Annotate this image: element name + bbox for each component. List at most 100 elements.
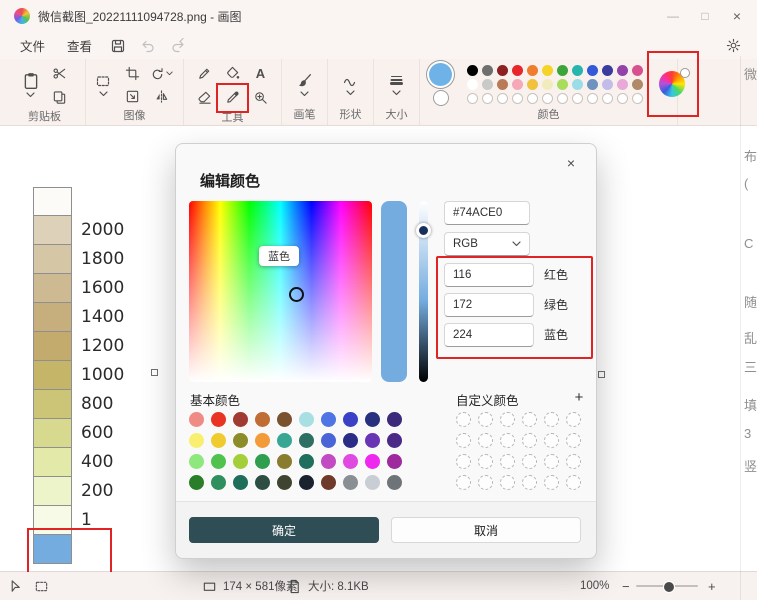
custom-color-slot[interactable] bbox=[566, 454, 581, 469]
maximize-button[interactable]: □ bbox=[689, 0, 721, 32]
cut-button[interactable] bbox=[48, 62, 72, 84]
custom-color-slot[interactable] bbox=[544, 412, 559, 427]
custom-color-slot[interactable] bbox=[522, 454, 537, 469]
custom-color-slot[interactable] bbox=[544, 454, 559, 469]
custom-color-slot[interactable] bbox=[478, 475, 493, 490]
selection-handle[interactable] bbox=[598, 371, 605, 378]
custom-color-slot[interactable] bbox=[478, 433, 493, 448]
add-custom-color-button[interactable]: + bbox=[568, 386, 590, 408]
palette-color-swatch[interactable] bbox=[542, 78, 553, 90]
custom-color-slot[interactable] bbox=[456, 475, 471, 490]
menu-view[interactable]: 查看 bbox=[57, 33, 102, 58]
palette-color-swatch[interactable] bbox=[602, 78, 613, 90]
palette-empty-slot[interactable] bbox=[602, 92, 613, 104]
edit-color-button[interactable] bbox=[659, 71, 685, 97]
palette-color-swatch[interactable] bbox=[587, 64, 598, 76]
custom-color-slot[interactable] bbox=[522, 433, 537, 448]
color2-swatch[interactable] bbox=[432, 89, 449, 106]
palette-empty-slot[interactable] bbox=[587, 92, 598, 104]
basic-color-swatch[interactable] bbox=[189, 475, 204, 490]
palette-color-swatch[interactable] bbox=[482, 78, 493, 90]
selection-handle[interactable] bbox=[151, 369, 158, 376]
basic-color-swatch[interactable] bbox=[321, 475, 336, 490]
zoom-in-button[interactable]: + bbox=[702, 572, 720, 600]
magnifier-button[interactable] bbox=[249, 87, 273, 109]
palette-color-swatch[interactable] bbox=[512, 64, 523, 76]
custom-color-slot[interactable] bbox=[500, 412, 515, 427]
palette-color-swatch[interactable] bbox=[602, 64, 613, 76]
dialog-value-slider[interactable] bbox=[416, 201, 431, 382]
palette-color-swatch[interactable] bbox=[572, 78, 583, 90]
custom-color-slot[interactable] bbox=[544, 433, 559, 448]
settings-button[interactable] bbox=[719, 34, 747, 58]
basic-color-swatch[interactable] bbox=[299, 433, 314, 448]
close-button[interactable]: × bbox=[721, 0, 753, 32]
brushes-button[interactable] bbox=[292, 70, 317, 99]
basic-color-swatch[interactable] bbox=[277, 454, 292, 469]
basic-color-swatch[interactable] bbox=[233, 475, 248, 490]
resize-button[interactable] bbox=[120, 85, 144, 107]
palette-color-swatch[interactable] bbox=[632, 64, 643, 76]
gradient-cursor[interactable] bbox=[289, 287, 304, 302]
basic-color-swatch[interactable] bbox=[255, 475, 270, 490]
basic-color-swatch[interactable] bbox=[255, 433, 270, 448]
palette-color-swatch[interactable] bbox=[617, 64, 628, 76]
hex-color-input[interactable] bbox=[444, 201, 530, 225]
palette-color-swatch[interactable] bbox=[557, 78, 568, 90]
palette-color-swatch[interactable] bbox=[557, 64, 568, 76]
custom-color-slot[interactable] bbox=[456, 433, 471, 448]
zoom-slider-thumb[interactable] bbox=[663, 581, 675, 593]
red-value-input[interactable] bbox=[444, 263, 534, 287]
value-slider-thumb[interactable] bbox=[416, 223, 431, 238]
basic-color-swatch[interactable] bbox=[365, 412, 380, 427]
palette-color-swatch[interactable] bbox=[632, 78, 643, 90]
custom-color-slot[interactable] bbox=[456, 412, 471, 427]
basic-color-swatch[interactable] bbox=[299, 412, 314, 427]
basic-color-swatch[interactable] bbox=[321, 433, 336, 448]
crop-button[interactable] bbox=[120, 62, 144, 84]
basic-color-swatch[interactable] bbox=[277, 412, 292, 427]
paste-button[interactable] bbox=[18, 70, 44, 100]
color1-swatch[interactable] bbox=[429, 62, 452, 86]
shapes-button[interactable] bbox=[338, 70, 363, 98]
custom-color-slot[interactable] bbox=[544, 475, 559, 490]
basic-color-swatch[interactable] bbox=[321, 412, 336, 427]
palette-color-swatch[interactable] bbox=[497, 78, 508, 90]
custom-color-slot[interactable] bbox=[478, 412, 493, 427]
custom-color-slot[interactable] bbox=[566, 433, 581, 448]
palette-color-swatch[interactable] bbox=[527, 78, 538, 90]
eyedropper-button[interactable] bbox=[221, 87, 245, 109]
color-gradient-field[interactable]: 蓝色 bbox=[189, 201, 372, 382]
custom-color-slot[interactable] bbox=[566, 412, 581, 427]
custom-color-slot[interactable] bbox=[500, 454, 515, 469]
select-button[interactable] bbox=[90, 71, 116, 99]
palette-empty-slot[interactable] bbox=[542, 92, 553, 104]
basic-color-swatch[interactable] bbox=[211, 412, 226, 427]
basic-color-swatch[interactable] bbox=[321, 454, 336, 469]
palette-empty-slot[interactable] bbox=[572, 92, 583, 104]
text-button[interactable]: A bbox=[249, 63, 273, 85]
cancel-button[interactable]: 取消 bbox=[391, 517, 581, 543]
basic-color-swatch[interactable] bbox=[189, 412, 204, 427]
basic-color-swatch[interactable] bbox=[189, 433, 204, 448]
palette-empty-slot[interactable] bbox=[617, 92, 628, 104]
basic-color-swatch[interactable] bbox=[277, 475, 292, 490]
zoom-slider[interactable] bbox=[636, 581, 698, 593]
basic-color-swatch[interactable] bbox=[387, 412, 402, 427]
palette-color-swatch[interactable] bbox=[572, 64, 583, 76]
custom-color-slot[interactable] bbox=[456, 454, 471, 469]
palette-color-swatch[interactable] bbox=[467, 78, 478, 90]
basic-color-swatch[interactable] bbox=[233, 454, 248, 469]
custom-color-slot[interactable] bbox=[522, 475, 537, 490]
flip-button[interactable] bbox=[149, 85, 173, 107]
basic-color-swatch[interactable] bbox=[299, 454, 314, 469]
green-value-input[interactable] bbox=[444, 293, 534, 317]
save-button[interactable] bbox=[104, 34, 132, 58]
color-mode-select[interactable]: RGB bbox=[444, 232, 530, 256]
basic-color-swatch[interactable] bbox=[365, 475, 380, 490]
palette-color-swatch[interactable] bbox=[512, 78, 523, 90]
minimize-button[interactable]: — bbox=[657, 0, 689, 32]
pencil-button[interactable] bbox=[193, 63, 217, 85]
basic-color-swatch[interactable] bbox=[233, 433, 248, 448]
ok-button[interactable]: 确定 bbox=[189, 517, 379, 543]
